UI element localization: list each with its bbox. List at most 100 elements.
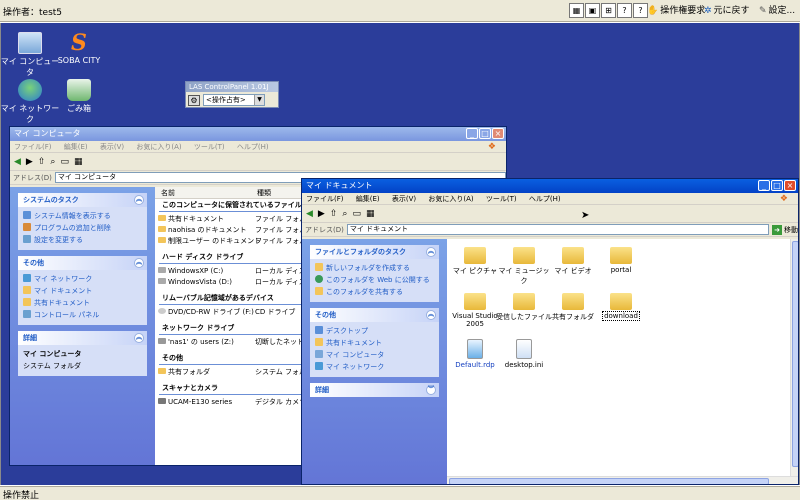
fit-window-icon[interactable]: ▦ bbox=[569, 3, 584, 18]
forward-icon[interactable]: ▶ bbox=[318, 209, 325, 219]
menu-view[interactable]: 表示(V) bbox=[392, 195, 416, 203]
vertical-scrollbar[interactable] bbox=[790, 239, 798, 476]
up-icon[interactable]: ⇧ bbox=[38, 157, 46, 167]
my-documents-window[interactable]: マイ ドキュメント _ □ × ファイル(F) 編集(E) 表示(V) お気に入… bbox=[301, 178, 799, 485]
remote-control-toolbar: 操作者：test5 ▦ ▣ ⊞ ? ? ✋ 操作権要求 ✲ 元に戻す ✎ 設定... bbox=[0, 0, 800, 22]
desktop-icon-soba-city[interactable]: S SOBA CITY bbox=[47, 32, 111, 65]
menu-tools[interactable]: ツール(T) bbox=[194, 143, 225, 151]
file-item[interactable]: Visual Studio 2005 bbox=[447, 293, 503, 328]
full-size-icon[interactable]: ▣ bbox=[585, 3, 600, 18]
menu-edit[interactable]: 編集(E) bbox=[356, 195, 380, 203]
cd-drive-icon bbox=[158, 308, 166, 314]
view-mode-buttons: ▦ ▣ ⊞ ? ? bbox=[569, 3, 648, 18]
place-link[interactable]: マイ ネットワーク bbox=[315, 361, 434, 373]
network-icon bbox=[315, 362, 323, 370]
column-type[interactable]: 種類 bbox=[257, 187, 271, 199]
place-link[interactable]: マイ ドキュメント bbox=[23, 285, 142, 297]
request-control-button[interactable]: ✋ 操作権要求 bbox=[644, 2, 708, 20]
my-documents-titlebar[interactable]: マイ ドキュメント _ □ × bbox=[302, 179, 798, 193]
task-link[interactable]: 設定を変更する bbox=[23, 234, 142, 246]
menu-favorites[interactable]: お気に入り(A) bbox=[428, 195, 473, 203]
folders-icon[interactable]: ▭ bbox=[352, 209, 361, 219]
go-button[interactable]: 移動 bbox=[784, 225, 798, 235]
windows-logo-icon: ❖ bbox=[779, 194, 788, 204]
menu-help[interactable]: ヘルプ(H) bbox=[529, 195, 561, 203]
collapse-icon[interactable]: ︽ bbox=[134, 333, 144, 343]
computer-icon bbox=[18, 32, 42, 54]
remote-desktop[interactable]: マイ コンピュータ S SOBA CITY マイ ネットワーク ごみ箱 LAS … bbox=[0, 23, 800, 485]
address-bar: アドレス(D) マイ ドキュメント ➜ 移動 bbox=[302, 223, 798, 237]
file-item[interactable]: 受信したファイル bbox=[496, 293, 552, 322]
mouse-cursor-icon: ➤ bbox=[581, 210, 590, 221]
close-button[interactable]: × bbox=[492, 128, 504, 139]
menu-bar: ファイル(F) 編集(E) 表示(V) お気に入り(A) ツール(T) ヘルプ(… bbox=[302, 193, 798, 205]
maximize-button[interactable]: □ bbox=[479, 128, 491, 139]
file-item[interactable]: portal bbox=[593, 247, 649, 274]
close-button[interactable]: × bbox=[784, 180, 796, 191]
address-input[interactable]: マイ ドキュメント bbox=[346, 224, 769, 235]
column-name[interactable]: 名前 bbox=[161, 187, 175, 199]
expand-icon[interactable]: ︾ bbox=[426, 385, 436, 395]
status-text: 操作禁止 bbox=[3, 491, 40, 500]
file-item[interactable]: Default.rdp bbox=[447, 339, 503, 369]
back-icon[interactable]: ◀ bbox=[14, 157, 21, 167]
screen: 操作者：test5 ▦ ▣ ⊞ ? ? ✋ 操作権要求 ✲ 元に戻す ✎ 設定... … bbox=[0, 0, 800, 500]
menu-view[interactable]: 表示(V) bbox=[100, 143, 124, 151]
minimize-button[interactable]: _ bbox=[758, 180, 770, 191]
task-link[interactable]: プログラムの追加と削除 bbox=[23, 222, 142, 234]
folder-icon bbox=[315, 338, 323, 346]
file-item[interactable]: download bbox=[593, 293, 649, 321]
menu-help[interactable]: ヘルプ(H) bbox=[237, 143, 269, 151]
file-item[interactable]: マイ ピクチャ bbox=[447, 247, 503, 276]
search-icon[interactable]: ⌕ bbox=[342, 209, 347, 219]
zoom-icon[interactable]: ⊞ bbox=[601, 3, 616, 18]
folder-icon bbox=[610, 293, 632, 310]
task-link[interactable]: このフォルダを Web に公開する bbox=[315, 274, 434, 286]
settings-button[interactable]: ✎ 設定... bbox=[756, 2, 798, 20]
file-item[interactable]: desktop.ini bbox=[496, 339, 552, 369]
collapse-icon[interactable]: ︽ bbox=[426, 247, 436, 257]
collapse-icon[interactable]: ︽ bbox=[134, 258, 144, 268]
desktop-icon bbox=[315, 326, 323, 334]
desktop-icon-recycle-bin[interactable]: ごみ箱 bbox=[47, 79, 111, 114]
forward-icon[interactable]: ▶ bbox=[26, 157, 33, 167]
views-icon[interactable]: ▦ bbox=[366, 209, 375, 219]
reset-button[interactable]: ✲ 元に戻す bbox=[701, 2, 753, 20]
task-link[interactable]: このフォルダを共有する bbox=[315, 286, 434, 298]
my-computer-titlebar[interactable]: マイ コンピュータ _ □ × bbox=[10, 127, 506, 141]
menu-edit[interactable]: 編集(E) bbox=[64, 143, 88, 151]
menu-file[interactable]: ファイル(F) bbox=[14, 143, 52, 151]
place-link[interactable]: 共有ドキュメント bbox=[315, 337, 434, 349]
file-item[interactable]: マイ ミュージック bbox=[496, 247, 552, 286]
menu-favorites[interactable]: お気に入り(A) bbox=[136, 143, 181, 151]
controller-icon[interactable]: ⚙ bbox=[188, 94, 200, 106]
menu-tools[interactable]: ツール(T) bbox=[486, 195, 517, 203]
place-link[interactable]: デスクトップ bbox=[315, 325, 434, 337]
collapse-icon[interactable]: ︽ bbox=[134, 195, 144, 205]
task-link[interactable]: 新しいフォルダを作成する bbox=[315, 262, 434, 274]
task-pane: システムのタスク ︽ システム情報を表示する プログラムの追加と削除 設定を変更す… bbox=[10, 187, 155, 465]
folders-icon[interactable]: ▭ bbox=[60, 157, 69, 167]
file-icon-view[interactable]: マイ ピクチャ マイ ミュージック マイ ビデオ portal Visual S… bbox=[447, 239, 790, 476]
place-link[interactable]: 共有ドキュメント bbox=[23, 297, 142, 309]
help-icon[interactable]: ? bbox=[617, 3, 632, 18]
go-arrow-icon[interactable]: ➜ bbox=[772, 224, 782, 235]
las-control-panel[interactable]: LAS ControlPanel 1.01J ⚙ <操作占有> ▼ bbox=[185, 81, 279, 108]
maximize-button[interactable]: □ bbox=[771, 180, 783, 191]
menu-file[interactable]: ファイル(F) bbox=[306, 195, 344, 203]
back-icon[interactable]: ◀ bbox=[306, 209, 313, 219]
horizontal-scrollbar[interactable] bbox=[447, 476, 798, 484]
network-icon bbox=[18, 79, 42, 101]
up-icon[interactable]: ⇧ bbox=[330, 209, 338, 219]
mode-select[interactable]: <操作占有> ▼ bbox=[203, 94, 265, 106]
place-link[interactable]: コントロール パネル bbox=[23, 309, 142, 321]
place-link[interactable]: マイ コンピュータ bbox=[315, 349, 434, 361]
network-drive-icon bbox=[158, 338, 166, 344]
collapse-icon[interactable]: ︽ bbox=[426, 310, 436, 320]
place-link[interactable]: マイ ネットワーク bbox=[23, 273, 142, 285]
views-icon[interactable]: ▦ bbox=[74, 157, 83, 167]
network-icon bbox=[23, 274, 31, 282]
search-icon[interactable]: ⌕ bbox=[50, 157, 55, 167]
task-link[interactable]: システム情報を表示する bbox=[23, 210, 142, 222]
minimize-button[interactable]: _ bbox=[466, 128, 478, 139]
